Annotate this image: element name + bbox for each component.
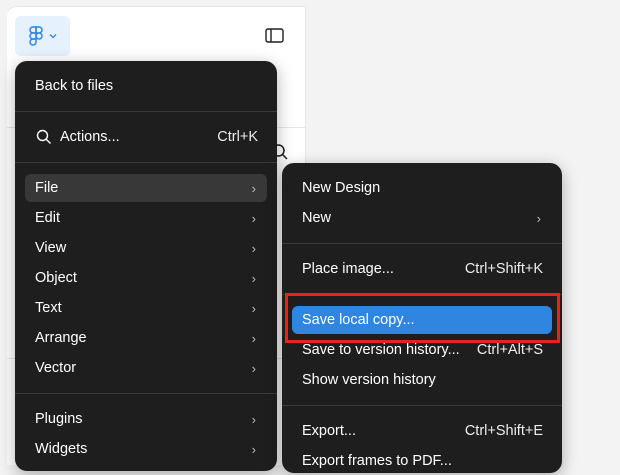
menu-item-object[interactable]: Object › bbox=[25, 264, 267, 292]
main-menu: Back to files Actions... Ctrl+K File › E… bbox=[15, 61, 277, 471]
show-version-history-item[interactable]: Show version history bbox=[292, 366, 552, 394]
menu-item-label: Edit bbox=[35, 210, 60, 226]
export-frames-pdf-item[interactable]: Export frames to PDF... bbox=[292, 447, 552, 475]
chevron-right-icon: › bbox=[251, 240, 256, 256]
menu-separator bbox=[282, 405, 562, 406]
menu-separator bbox=[15, 111, 277, 112]
main-menu-button[interactable] bbox=[15, 16, 70, 56]
menu-item-arrange[interactable]: Arrange › bbox=[25, 324, 267, 352]
shortcut-text: Ctrl+K bbox=[217, 129, 258, 145]
file-submenu: New Design New › Place image... Ctrl+Shi… bbox=[282, 163, 562, 473]
chevron-right-icon: › bbox=[251, 330, 256, 346]
menu-item-label: Export frames to PDF... bbox=[302, 453, 452, 469]
menu-item-edit[interactable]: Edit › bbox=[25, 204, 267, 232]
menu-item-vector[interactable]: Vector › bbox=[25, 354, 267, 382]
menu-item-label: Export... bbox=[302, 423, 356, 439]
menu-item-label: New Design bbox=[302, 180, 381, 196]
chevron-right-icon: › bbox=[251, 210, 256, 226]
menu-item-label: View bbox=[35, 240, 67, 256]
menu-item-label: Plugins bbox=[35, 411, 83, 427]
chevron-right-icon: › bbox=[251, 411, 256, 427]
shortcut-text: Ctrl+Shift+K bbox=[464, 261, 543, 277]
figma-logo-icon bbox=[28, 26, 43, 46]
menu-item-label: File bbox=[35, 180, 59, 196]
menu-separator bbox=[282, 294, 562, 295]
shortcut-text: Ctrl+Shift+E bbox=[464, 423, 543, 439]
menu-item-label: New bbox=[302, 210, 332, 226]
search-icon bbox=[25, 129, 52, 145]
menu-item-file[interactable]: File › bbox=[25, 174, 267, 202]
menu-item-widgets[interactable]: Widgets › bbox=[25, 435, 267, 463]
chevron-right-icon: › bbox=[251, 300, 256, 316]
menu-item-label: Save to version history... bbox=[302, 342, 460, 358]
menu-separator bbox=[15, 393, 277, 394]
menu-item-label: Text bbox=[35, 300, 62, 316]
menu-item-label: Save local copy... bbox=[302, 312, 415, 328]
menu-separator bbox=[282, 243, 562, 244]
place-image-item[interactable]: Place image... Ctrl+Shift+K bbox=[292, 255, 552, 283]
menu-item-view[interactable]: View › bbox=[25, 234, 267, 262]
menu-item-label: Vector bbox=[35, 360, 77, 376]
menu-item-label: Widgets bbox=[35, 441, 88, 457]
menu-item-label: Arrange bbox=[35, 330, 87, 346]
menu-item-label: Place image... bbox=[302, 261, 394, 277]
back-to-files-item[interactable]: Back to files bbox=[25, 72, 267, 100]
chevron-right-icon: › bbox=[251, 441, 256, 457]
actions-search-item[interactable]: Actions... Ctrl+K bbox=[25, 123, 267, 151]
menu-item-label: Actions... bbox=[60, 129, 120, 145]
chevron-down-icon bbox=[49, 33, 57, 39]
menu-item-label: Back to files bbox=[35, 78, 114, 94]
chevron-right-icon: › bbox=[536, 210, 541, 226]
menu-item-label: Object bbox=[35, 270, 77, 286]
menu-separator bbox=[15, 162, 277, 163]
menu-item-text[interactable]: Text › bbox=[25, 294, 267, 322]
save-local-copy-item[interactable]: Save local copy... bbox=[292, 306, 552, 334]
chevron-right-icon: › bbox=[251, 270, 256, 286]
export-item[interactable]: Export... Ctrl+Shift+E bbox=[292, 417, 552, 445]
chevron-right-icon: › bbox=[251, 360, 256, 376]
new-design-item[interactable]: New Design bbox=[292, 174, 552, 202]
menu-item-label: Show version history bbox=[302, 372, 436, 388]
chevron-right-icon: › bbox=[251, 180, 256, 196]
menu-item-plugins[interactable]: Plugins › bbox=[25, 405, 267, 433]
new-item[interactable]: New › bbox=[292, 204, 552, 232]
sidebar-toggle-icon[interactable] bbox=[265, 28, 284, 48]
shortcut-text: Ctrl+Alt+S bbox=[476, 342, 543, 358]
save-version-history-item[interactable]: Save to version history... Ctrl+Alt+S bbox=[292, 336, 552, 364]
